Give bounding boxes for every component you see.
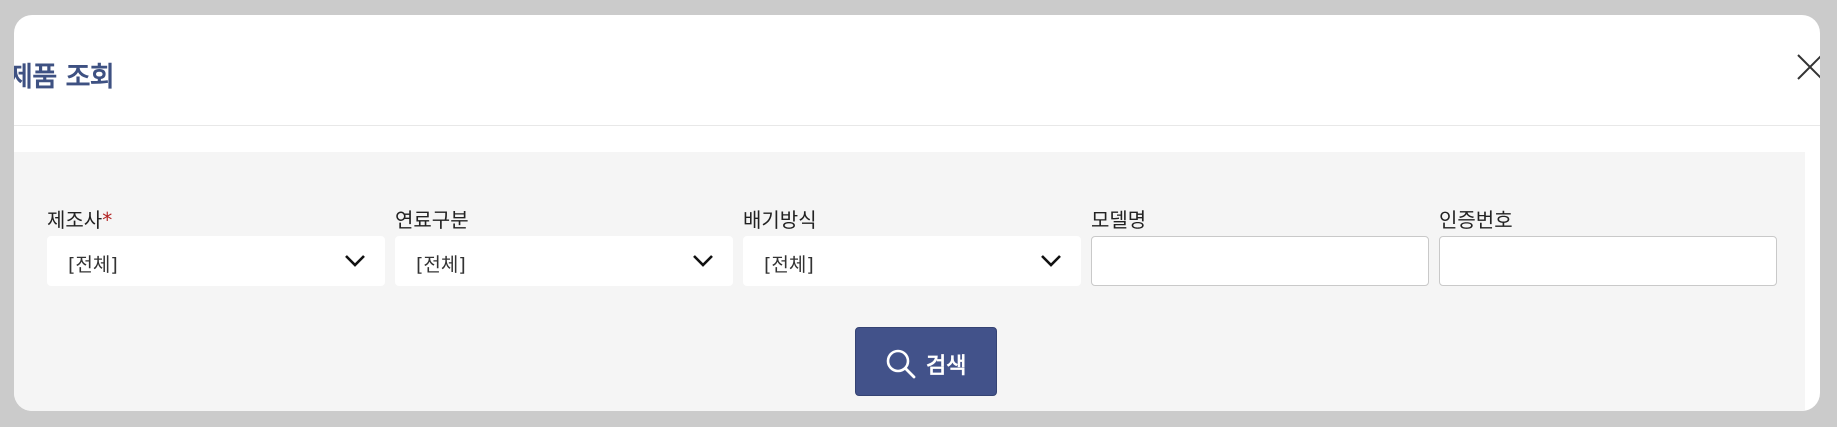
fuel-type-select-value: [전체] [416,254,466,276]
search-button-label: 검색 [926,354,967,379]
required-mark: * [102,208,113,232]
chevron-down-icon [693,255,713,267]
header-divider [14,125,1820,126]
exhaust-type-label: 배기방식 [743,208,817,232]
manufacturer-select-value: [전체] [68,254,118,276]
fuel-type-select[interactable]: [전체] [395,236,733,286]
close-icon [1797,54,1820,80]
cert-number-label: 인증번호 [1439,208,1513,232]
chevron-down-icon [1041,255,1061,267]
close-button[interactable] [1790,47,1820,87]
dialog-title: 제품 조회 [14,62,115,93]
model-name-label: 모델명 [1091,208,1147,232]
exhaust-type-select-value: [전체] [764,254,814,276]
exhaust-type-select[interactable]: [전체] [743,236,1081,286]
manufacturer-label-text: 제조사 [47,208,103,232]
fuel-type-label: 연료구분 [395,208,469,232]
model-name-input[interactable] [1091,236,1429,286]
cert-number-input[interactable] [1439,236,1777,286]
manufacturer-select[interactable]: [전체] [47,236,385,286]
product-search-dialog: 제품 조회 제조사* [전체] 연료구분 [전체] 배기방식 [전체] 모델명 [14,15,1820,411]
manufacturer-label: 제조사* [47,204,112,233]
chevron-down-icon [345,255,365,267]
search-icon [886,349,916,379]
search-button[interactable]: 검색 [855,327,997,396]
